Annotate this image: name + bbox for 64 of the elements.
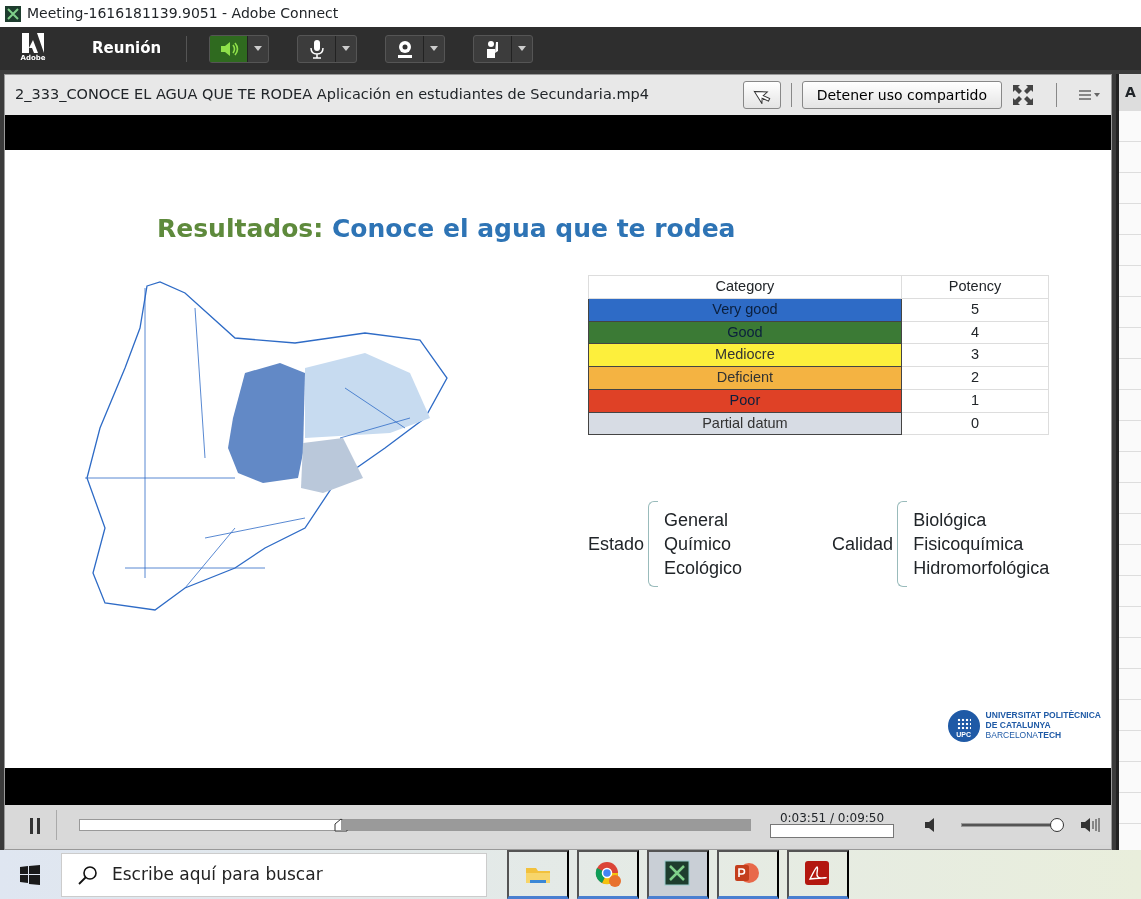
logo-text: BARCELONATECH bbox=[985, 730, 1063, 741]
potency-cell: 0 bbox=[901, 412, 1049, 435]
taskbar-app[interactable] bbox=[787, 850, 849, 899]
column-header: Potency bbox=[901, 275, 1049, 299]
group-item: Biológica bbox=[913, 508, 988, 532]
speaker-button[interactable] bbox=[209, 34, 270, 63]
group-item: Ecológico bbox=[664, 557, 743, 581]
search-field[interactable]: Escribe aquí para buscar bbox=[110, 860, 470, 889]
stop-sharing-button[interactable]: Detener uso compartido bbox=[801, 81, 1002, 109]
logo-text: UNIVERSITAT POLITÈCNICA bbox=[985, 711, 1101, 722]
group-label: Calidad bbox=[832, 532, 894, 556]
taskbar-search-box[interactable]: Escribe aquí para buscar bbox=[61, 852, 487, 897]
group-item: Hidromorfológica bbox=[913, 557, 1050, 581]
potency-cell: 4 bbox=[901, 321, 1049, 344]
category-cell: Partial datum bbox=[588, 412, 902, 435]
raise-hand-button[interactable] bbox=[473, 34, 534, 63]
panel-header: A bbox=[1119, 74, 1141, 111]
app-icon bbox=[5, 5, 21, 22]
pointer-button[interactable] bbox=[742, 81, 781, 109]
window-title: Meeting-1616181139.9051 - Adobe Connect bbox=[27, 4, 339, 23]
category-cell: Very good bbox=[588, 298, 902, 321]
caret-icon bbox=[518, 46, 527, 51]
taskbar-app[interactable] bbox=[647, 850, 709, 899]
caret-icon bbox=[342, 46, 351, 51]
meeting-menu[interactable]: Reunión bbox=[92, 37, 162, 60]
category-cell: Deficient bbox=[588, 366, 902, 390]
group-item: Químico bbox=[664, 533, 733, 557]
potency-cell: 1 bbox=[901, 389, 1049, 412]
taskbar-app[interactable] bbox=[717, 850, 779, 899]
group-label: Estado bbox=[588, 532, 645, 556]
group-item: Fisicoquímica bbox=[913, 533, 1025, 557]
microphone-button[interactable] bbox=[297, 34, 358, 63]
taskbar-app[interactable] bbox=[507, 850, 569, 899]
seek-slider[interactable] bbox=[79, 819, 751, 831]
pdf-icon bbox=[804, 860, 832, 888]
connect-icon bbox=[664, 860, 692, 888]
time-handle[interactable] bbox=[770, 824, 894, 838]
category-cell: Good bbox=[588, 321, 902, 344]
pause-icon bbox=[28, 817, 41, 834]
taskbar-app[interactable] bbox=[577, 850, 639, 899]
volume-thumb[interactable] bbox=[1050, 818, 1065, 832]
search-icon bbox=[78, 864, 98, 885]
windows-start-icon[interactable] bbox=[20, 864, 40, 885]
potency-cell: 2 bbox=[901, 366, 1049, 390]
fullscreen-icon[interactable] bbox=[1012, 84, 1034, 106]
browser-icon bbox=[594, 860, 622, 888]
potency-cell: 5 bbox=[901, 298, 1049, 321]
logo-text: DE CATALUNYA bbox=[985, 721, 1052, 731]
category-cell: Poor bbox=[588, 389, 902, 412]
slide-title: Conoce el agua que te rodea bbox=[331, 214, 736, 243]
adobe-logo-icon bbox=[22, 33, 44, 54]
volume-low-icon[interactable] bbox=[925, 818, 937, 832]
pod-title: 2_333_CONOCE EL AGUA QUE TE RODEA Aplicación en estudiantes de Secundaria.mp4 bbox=[15, 85, 650, 105]
time-display: 0:03:51 / 0:09:50 bbox=[779, 812, 885, 824]
caret-icon bbox=[430, 46, 439, 51]
group-item: General bbox=[664, 508, 730, 532]
category-cell: Mediocre bbox=[588, 343, 902, 367]
menu-icon[interactable] bbox=[1079, 89, 1101, 101]
caret-icon bbox=[254, 46, 263, 51]
column-header: Category bbox=[588, 275, 902, 299]
slide-heading: Resultados: bbox=[157, 214, 324, 243]
camera-button[interactable] bbox=[385, 34, 446, 63]
potency-cell: 3 bbox=[901, 343, 1049, 367]
volume-high-icon[interactable] bbox=[1081, 817, 1103, 833]
